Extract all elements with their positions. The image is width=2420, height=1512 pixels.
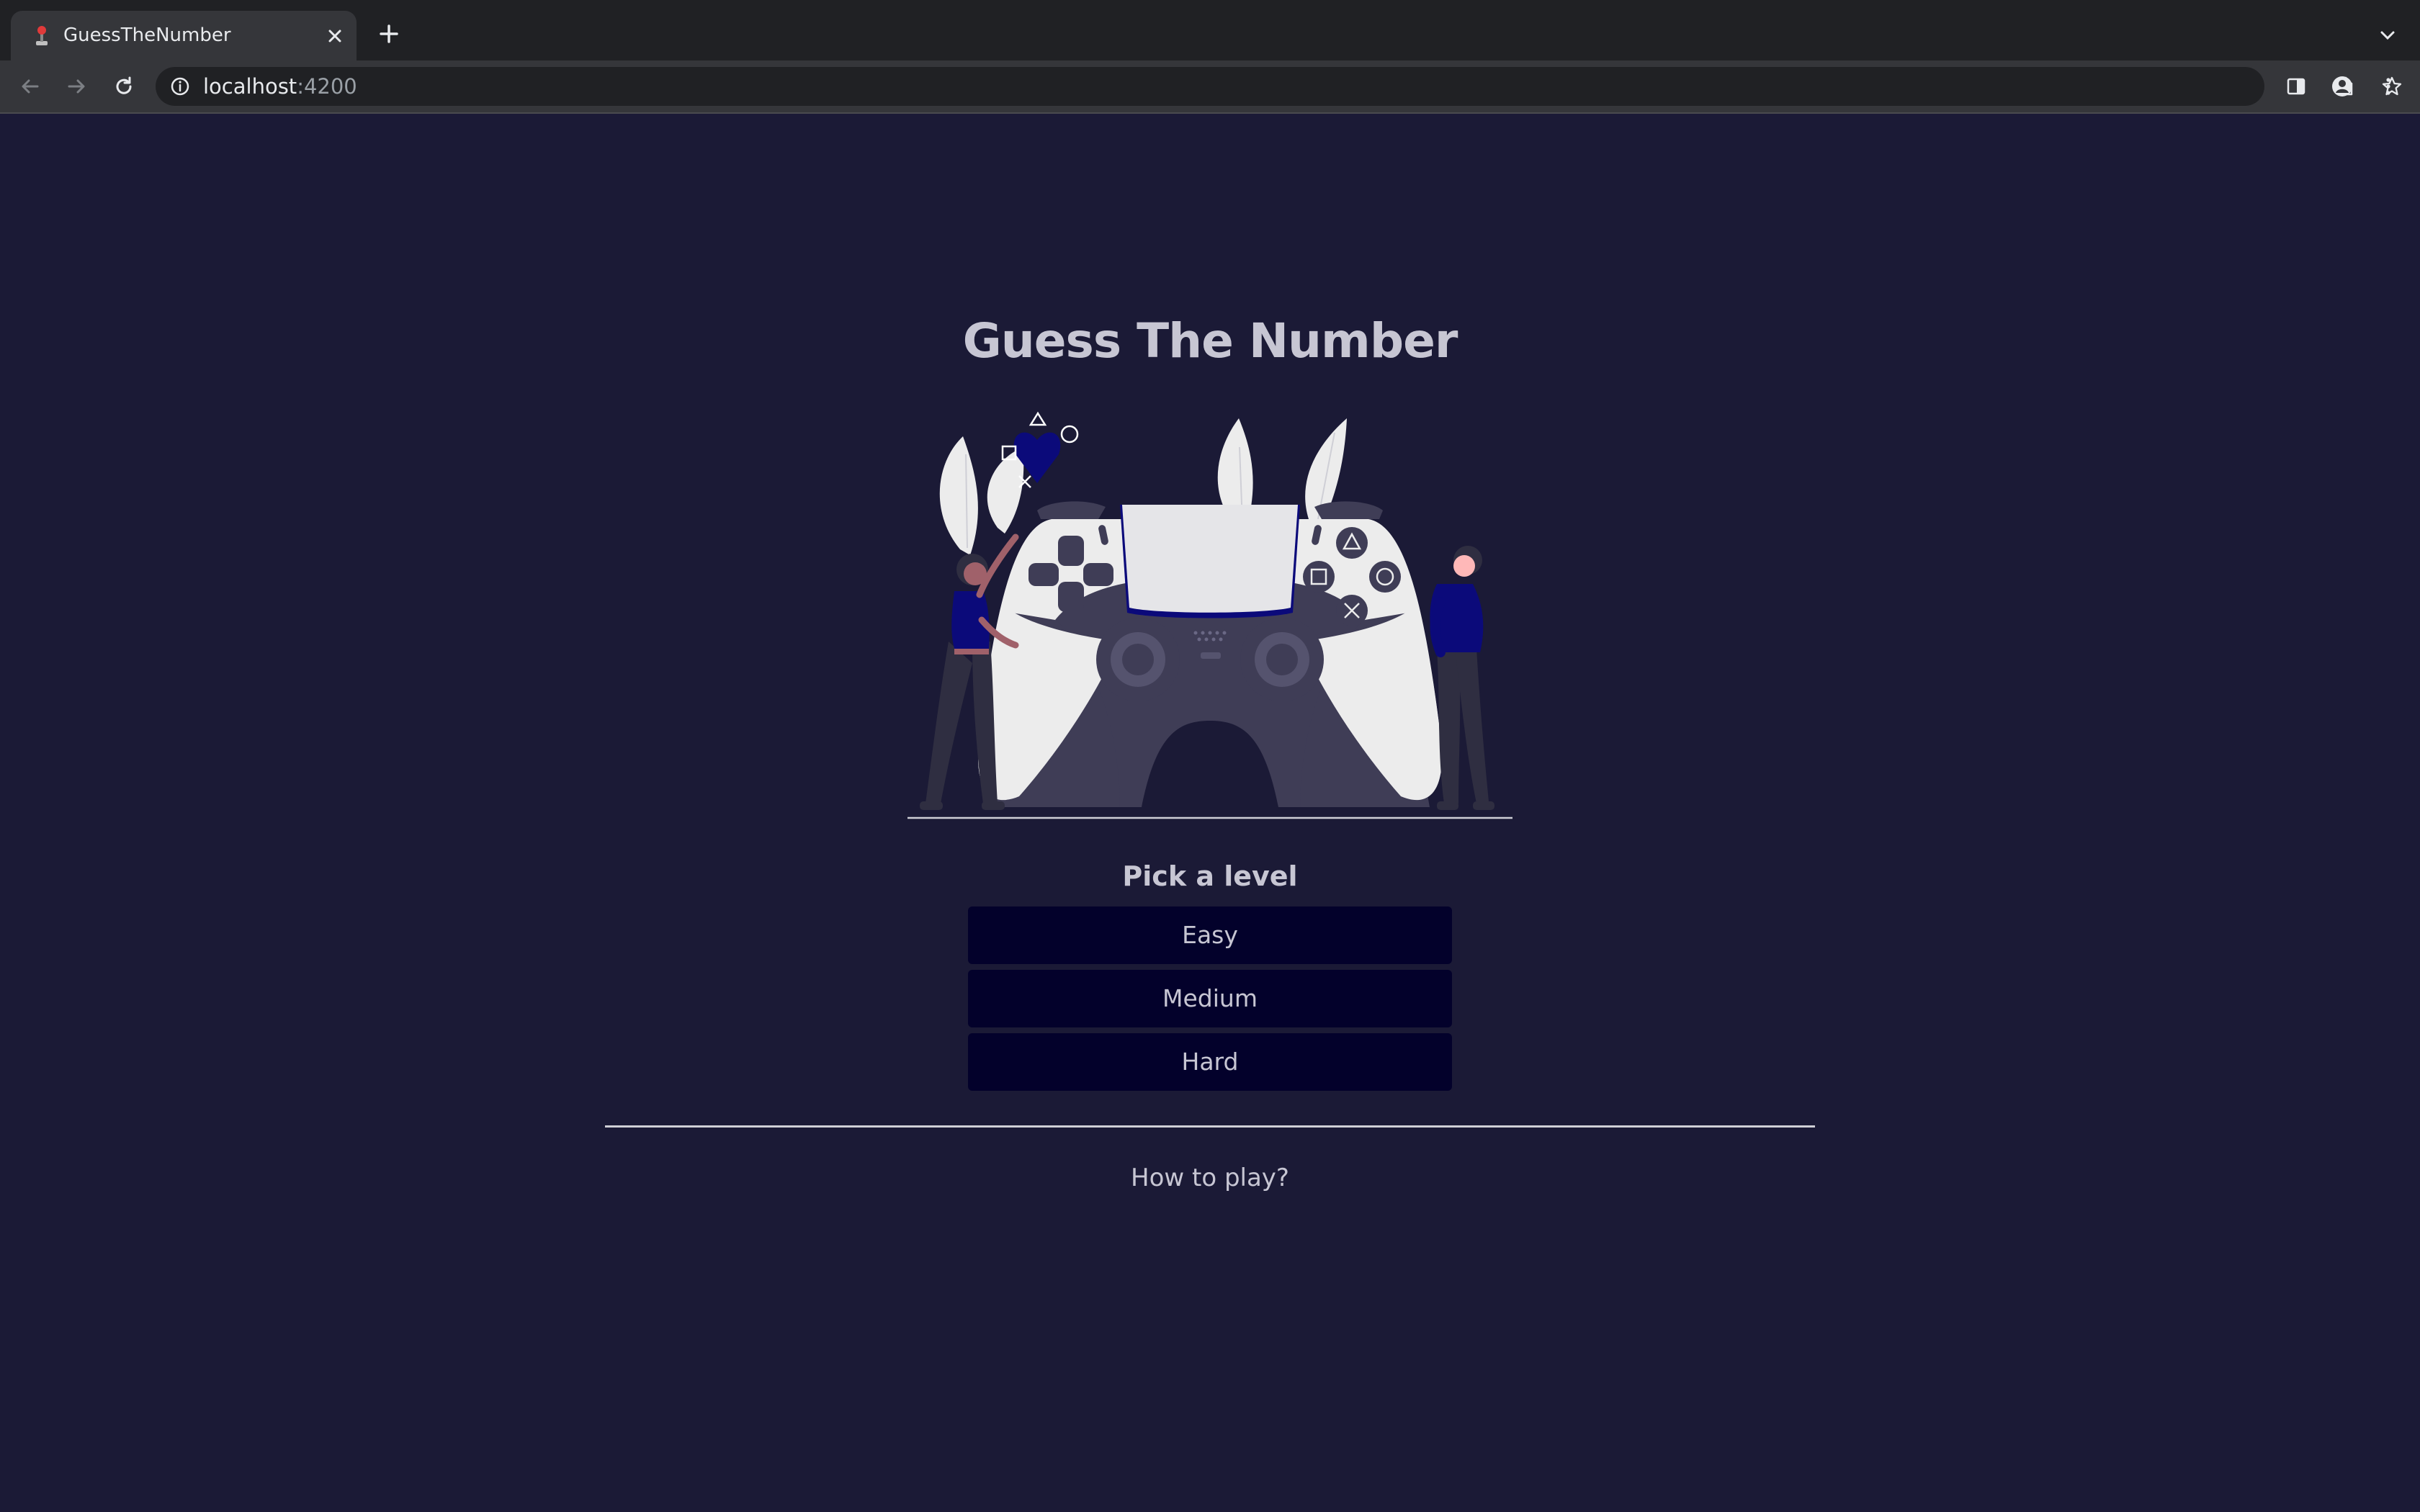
url-host: localhost (203, 74, 297, 99)
page-content: Guess The Number Pick a level Easy Mediu… (0, 114, 2420, 1512)
profile-avatar-icon[interactable] (2331, 75, 2354, 98)
forward-arrow-icon[interactable] (65, 75, 88, 98)
address-bar[interactable]: localhost:4200 (156, 67, 2402, 106)
close-tab-icon[interactable] (326, 27, 344, 45)
site-info-icon[interactable] (170, 76, 190, 96)
browser-tab-strip: GuessTheNumber (0, 0, 2420, 60)
browser-tab[interactable]: GuessTheNumber (11, 11, 357, 60)
level-hard-button[interactable]: Hard (968, 1033, 1452, 1091)
level-easy-button[interactable]: Easy (968, 906, 1452, 964)
divider (605, 1125, 1815, 1128)
side-panel-icon[interactable] (2285, 75, 2308, 98)
browser-toolbar: localhost:4200 (0, 60, 2420, 114)
tab-title: GuessTheNumber (63, 24, 231, 46)
back-arrow-icon[interactable] (19, 75, 42, 98)
how-to-play-link[interactable]: How to play? (0, 1164, 2420, 1192)
url-text: localhost:4200 (203, 67, 357, 106)
joystick-favicon-icon (36, 26, 48, 45)
level-heading: Pick a level (1122, 860, 1298, 892)
page-title: Guess The Number (962, 313, 1458, 369)
game-controller-illustration-icon (908, 411, 1512, 819)
level-medium-button[interactable]: Medium (968, 970, 1452, 1027)
more-menu-icon[interactable] (2377, 75, 2400, 98)
chevron-down-icon[interactable] (2378, 26, 2397, 45)
new-tab-icon[interactable] (378, 23, 400, 45)
reload-icon[interactable] (112, 75, 135, 98)
url-port: :4200 (297, 74, 357, 99)
